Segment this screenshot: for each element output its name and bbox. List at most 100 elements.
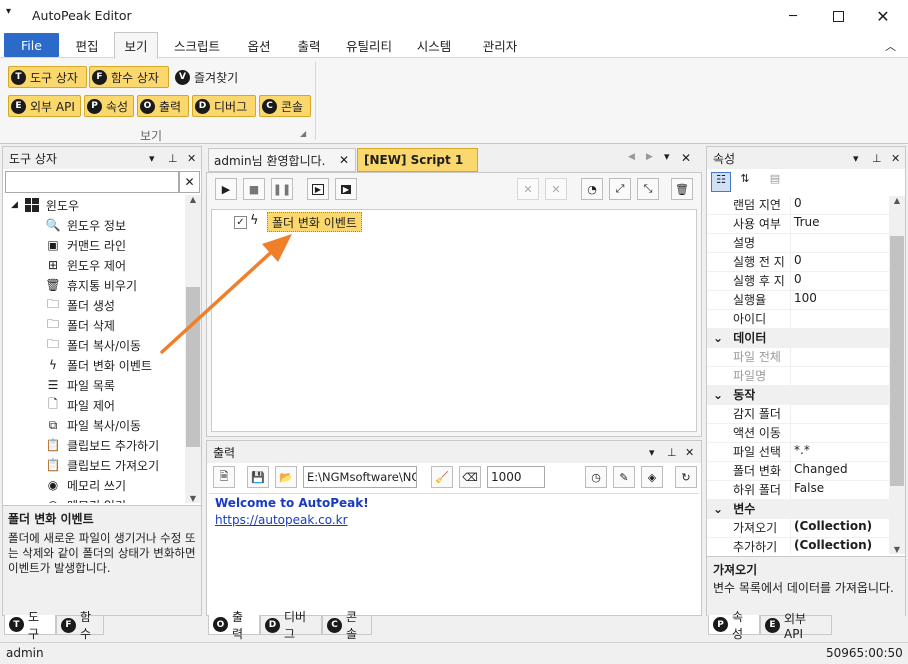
pause-button[interactable]: ❚❚ bbox=[271, 178, 293, 200]
open-folder-button[interactable]: 📂 bbox=[275, 466, 297, 488]
property-value[interactable] bbox=[791, 310, 794, 328]
menu-file[interactable]: File bbox=[4, 33, 59, 57]
expand-button[interactable]: ⤢ bbox=[609, 178, 631, 200]
property-value[interactable] bbox=[791, 424, 794, 442]
property-row[interactable]: 파일 전체 bbox=[707, 348, 889, 367]
ribbon-functions-button[interactable]: F 함수 상자 bbox=[89, 66, 169, 88]
property-category[interactable]: ⌄ 변수 bbox=[707, 500, 889, 519]
close-button[interactable]: ✕ bbox=[860, 0, 906, 32]
collapse-ribbon-icon[interactable]: ︿ bbox=[885, 38, 896, 54]
tab-close-icon[interactable]: ✕ bbox=[339, 153, 349, 167]
dropdown-icon[interactable]: ▾ bbox=[149, 152, 155, 165]
property-value[interactable]: False bbox=[791, 481, 824, 499]
panel-close-icon[interactable]: ✕ bbox=[685, 446, 694, 459]
remove-all-button[interactable]: ✕ bbox=[545, 178, 567, 200]
property-row[interactable]: 랜덤 지연 0 bbox=[707, 196, 889, 215]
property-row[interactable]: 아이디 bbox=[707, 310, 889, 329]
tree-item[interactable]: ◉ 메모리 읽기 bbox=[3, 495, 185, 503]
menu-system[interactable]: 시스템 bbox=[408, 32, 460, 58]
collapse-button[interactable]: ⤡ bbox=[637, 178, 659, 200]
property-grid[interactable]: 랜덤 지연 0 사용 여부 True 설명 실행 전 지 0 실행 후 지 0 실행율 100 아이디… bbox=[707, 196, 889, 554]
menu-options[interactable]: 옵션 bbox=[236, 32, 282, 58]
pin-icon[interactable]: ⊥ bbox=[168, 152, 178, 165]
property-row[interactable]: 파일명 bbox=[707, 367, 889, 386]
property-row[interactable]: 파일 선택 *.* bbox=[707, 443, 889, 462]
property-value[interactable]: True bbox=[791, 215, 820, 233]
property-row[interactable]: 액션 이동 bbox=[707, 424, 889, 443]
property-value[interactable]: (Collection) bbox=[791, 519, 872, 537]
collapse-icon[interactable]: ⌄ bbox=[713, 502, 727, 516]
tab-scroll-left-icon[interactable]: ◀ bbox=[628, 152, 635, 162]
menu-utility[interactable]: 유틸리티 bbox=[338, 32, 400, 58]
tab-script1[interactable]: [NEW] Script 1 bbox=[357, 148, 478, 172]
timer-button[interactable]: ◔ bbox=[581, 178, 603, 200]
stop-button[interactable]: ■ bbox=[243, 178, 265, 200]
menu-output[interactable]: 출력 bbox=[286, 32, 332, 58]
ribbon-toolbox-button[interactable]: T 도구 상자 bbox=[8, 66, 87, 88]
property-row[interactable]: 설명 bbox=[707, 234, 889, 253]
property-row[interactable]: 감지 폴더 bbox=[707, 405, 889, 424]
property-value[interactable]: *.* bbox=[791, 443, 810, 461]
tab-toolbox[interactable]: T 도구 bbox=[4, 610, 56, 641]
property-value[interactable] bbox=[791, 405, 794, 423]
property-row[interactable]: 추가하기 (Collection) bbox=[707, 538, 889, 554]
fill-button[interactable]: ◈ bbox=[641, 466, 663, 488]
path-field[interactable]: E:\NGMsoftware\NG bbox=[303, 466, 417, 488]
tab-external-api[interactable]: E 외부 API bbox=[760, 612, 832, 641]
ribbon-favorites-button[interactable]: V 즐겨찾기 bbox=[172, 66, 250, 88]
ribbon-debug-button[interactable]: D 디버그 bbox=[192, 95, 256, 117]
remove-button[interactable]: ✕ bbox=[517, 178, 539, 200]
property-value[interactable]: Changed bbox=[791, 462, 848, 480]
refresh-button[interactable]: ↻ bbox=[675, 466, 697, 488]
collapse-icon[interactable]: ⌄ bbox=[713, 331, 727, 345]
tree-item[interactable]: ☰ 파일 목록 bbox=[3, 375, 185, 395]
tab-properties[interactable]: P 속성 bbox=[708, 610, 760, 641]
step-run-button[interactable]: ▶ bbox=[307, 178, 329, 200]
clock-button[interactable]: ◷ bbox=[585, 466, 607, 488]
output-log[interactable]: Welcome to AutoPeak! https://autopeak.co… bbox=[209, 493, 699, 613]
property-value[interactable]: 0 bbox=[791, 272, 802, 290]
brush-button[interactable]: ✎ bbox=[613, 466, 635, 488]
tab-output[interactable]: O 출력 bbox=[208, 610, 260, 641]
collapse-icon[interactable]: ⌄ bbox=[713, 388, 727, 402]
panel-close-icon[interactable]: ✕ bbox=[187, 152, 196, 165]
tab-scroll-right-icon[interactable]: ▶ bbox=[646, 152, 653, 162]
property-category[interactable]: ⌄ 동작 bbox=[707, 386, 889, 405]
property-value[interactable]: 0 bbox=[791, 253, 802, 271]
tree-item[interactable]: 📋 클립보드 추가하기 bbox=[3, 435, 185, 455]
run-button[interactable]: ▶ bbox=[215, 178, 237, 200]
ribbon-api-button[interactable]: E 외부 API bbox=[8, 95, 81, 117]
tab-console[interactable]: C 콘솔 bbox=[322, 610, 372, 641]
property-pages-button[interactable]: ▤ bbox=[765, 172, 785, 192]
pin-icon[interactable]: ⊥ bbox=[872, 152, 882, 165]
ribbon-props-button[interactable]: P 속성 bbox=[84, 95, 134, 117]
minimize-button[interactable]: ─ bbox=[770, 0, 816, 32]
property-value[interactable] bbox=[791, 367, 794, 385]
menu-view[interactable]: 보기 bbox=[114, 32, 158, 59]
pin-icon[interactable]: ⊥ bbox=[667, 446, 677, 459]
tab-welcome[interactable]: admin님 환영합니다. ✕ bbox=[208, 148, 356, 172]
delete-button[interactable]: 🗑 bbox=[671, 178, 693, 200]
property-row[interactable]: 폴더 변화 Changed bbox=[707, 462, 889, 481]
ribbon-output-button[interactable]: O 출력 bbox=[137, 95, 189, 117]
scroll-thumb[interactable] bbox=[890, 236, 904, 486]
property-value[interactable]: 0 bbox=[791, 196, 802, 214]
dropdown-icon[interactable]: ▾ bbox=[649, 446, 655, 459]
eraser-button[interactable]: ⌫ bbox=[459, 466, 481, 488]
menu-script[interactable]: 스크립트 bbox=[164, 32, 230, 58]
menu-admin[interactable]: 관리자 bbox=[470, 32, 530, 58]
clean-button[interactable]: 🧹 bbox=[431, 466, 453, 488]
search-clear-button[interactable]: ✕ bbox=[179, 171, 200, 193]
quick-access-icon[interactable]: ▾ bbox=[6, 6, 11, 17]
tab-functions[interactable]: F 함수 bbox=[56, 610, 104, 641]
property-row[interactable]: 하위 폴더 False bbox=[707, 481, 889, 500]
property-row[interactable]: 실행 후 지0 bbox=[707, 272, 889, 291]
panel-close-icon[interactable]: ✕ bbox=[891, 152, 900, 165]
dropdown-icon[interactable]: ▾ bbox=[853, 152, 859, 165]
editor-close-icon[interactable]: ✕ bbox=[681, 151, 691, 165]
property-value[interactable]: (Collection) bbox=[791, 538, 872, 554]
run-selected-button[interactable]: ▶ bbox=[335, 178, 357, 200]
menu-edit[interactable]: 편집 bbox=[64, 32, 110, 58]
url-link[interactable]: https://autopeak.co.kr bbox=[215, 513, 693, 527]
tree-item[interactable]: ◉ 메모리 쓰기 bbox=[3, 475, 185, 495]
